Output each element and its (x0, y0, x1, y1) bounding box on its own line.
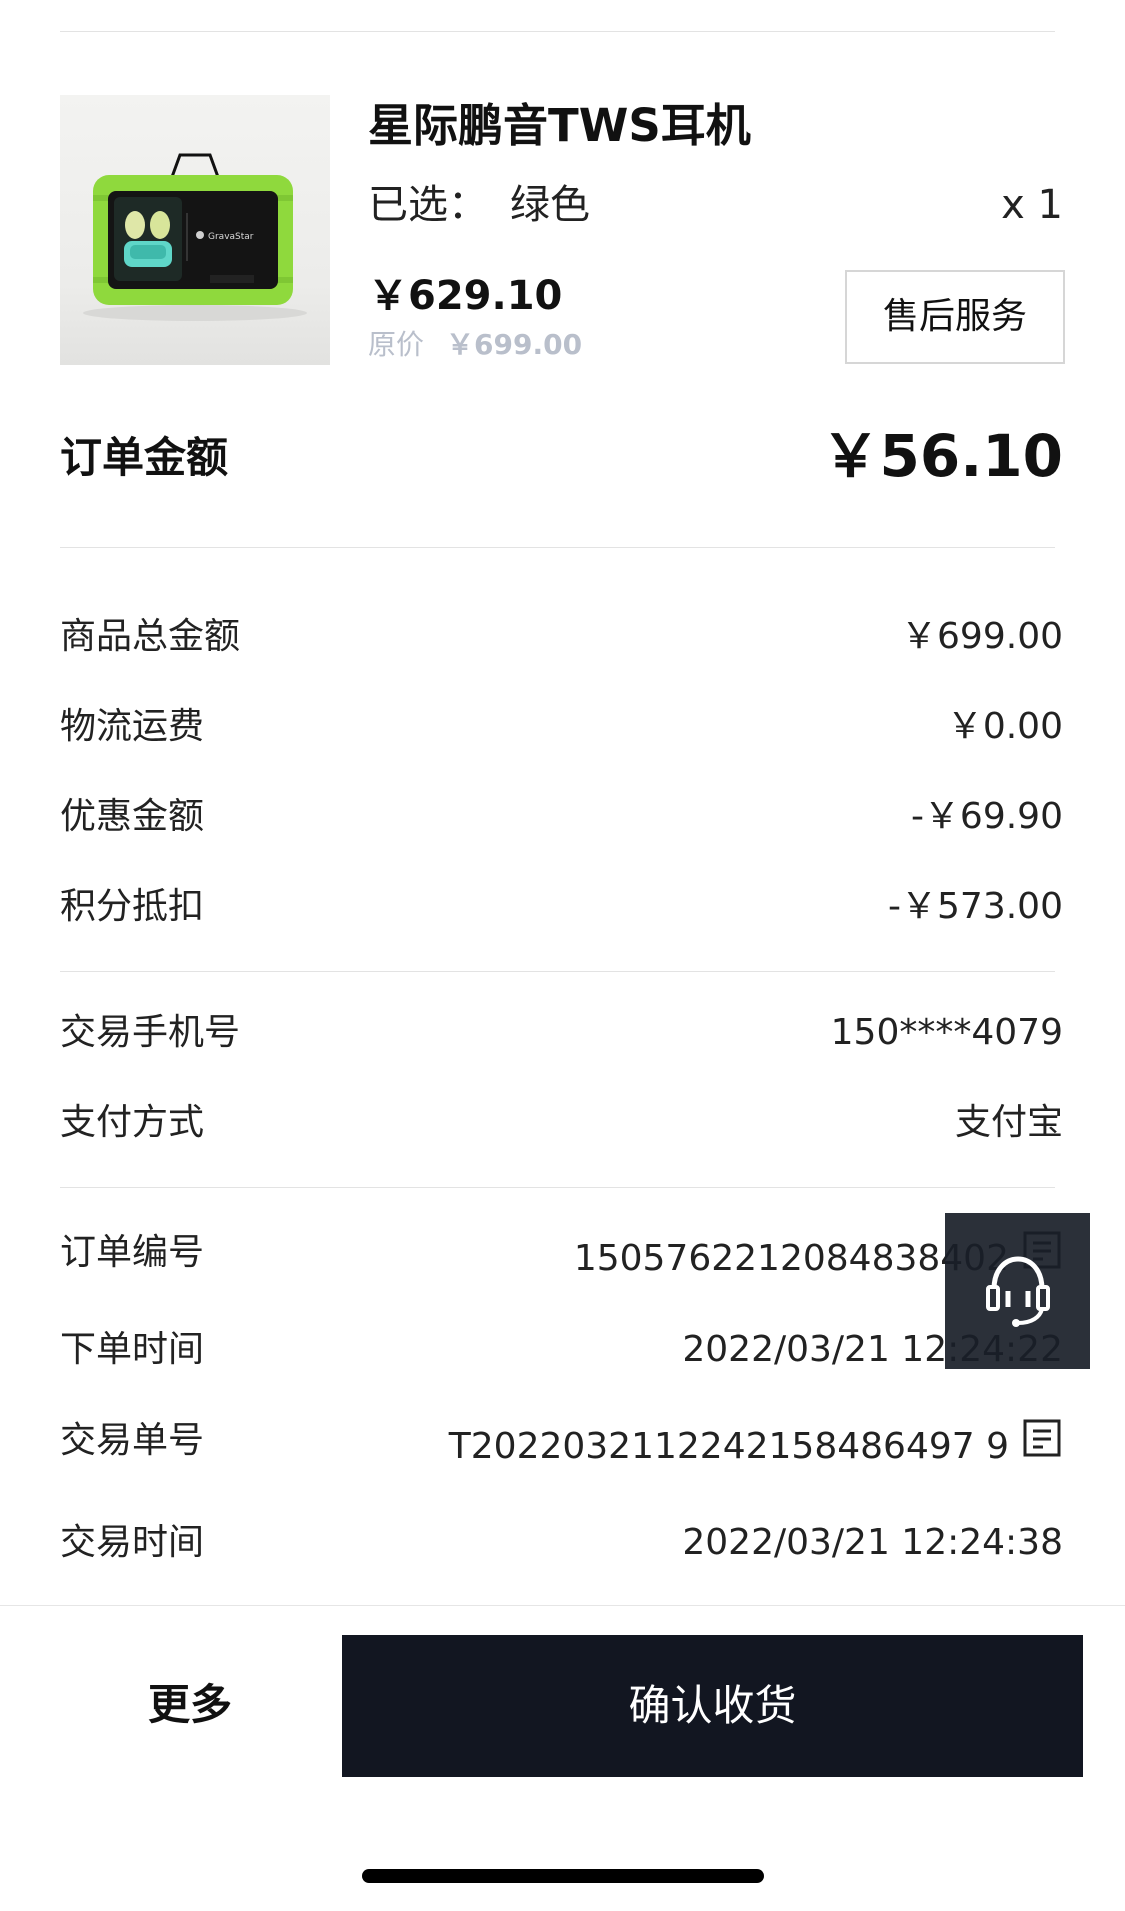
order-number-text: 1505762212084838402 (573, 1238, 1009, 1279)
info-row-order-number: 订单编号 1505762212084838402 (60, 1225, 1063, 1281)
row-value: ￥699.00 (901, 616, 1063, 657)
row-label: 交易单号 (60, 1420, 205, 1461)
variant-label: 已选： (368, 182, 488, 228)
order-amount-value: ￥56.10 (821, 422, 1063, 490)
row-value: T2022032112242158486497 9 (449, 1419, 1061, 1475)
home-indicator (362, 1869, 764, 1883)
variant-value: 绿色 (510, 182, 590, 228)
info-row-payment-method: 支付方式 支付宝 (60, 1095, 1063, 1151)
payment-divider (60, 1187, 1055, 1188)
transaction-number-text: T2022032112242158486497 9 (448, 1426, 1009, 1467)
confirm-receipt-button[interactable]: 确认收货 (342, 1635, 1083, 1777)
info-row-order-time: 下单时间 2022/03/21 12:24:22 (60, 1322, 1063, 1378)
row-value: ￥0.00 (946, 706, 1063, 747)
price-row-subtotal: 商品总金额 ￥699.00 (60, 609, 1063, 665)
row-value: 150****4079 (830, 1012, 1063, 1053)
row-label: 订单编号 (60, 1232, 205, 1273)
row-value: 支付宝 (954, 1102, 1063, 1143)
original-price-value: ￥699.00 (446, 328, 583, 361)
original-price: 原价 ￥699.00 (368, 327, 582, 363)
info-row-transaction-time: 交易时间 2022/03/21 12:24:38 (60, 1515, 1063, 1571)
headset-icon (985, 1256, 1050, 1327)
more-button[interactable]: 更多 (60, 1635, 320, 1775)
product-image[interactable]: GravaStar (60, 95, 330, 365)
order-amount-label: 订单金额 (60, 433, 229, 482)
product-variant: 已选： 绿色 (368, 180, 590, 230)
product-title: 星际鹏音TWS耳机 (368, 99, 751, 152)
row-label: 物流运费 (60, 706, 205, 747)
row-label: 交易手机号 (60, 1012, 241, 1053)
brand-text: GravaStar (208, 232, 254, 242)
earbuds-case-illustration: GravaStar (83, 153, 307, 321)
product-quantity: x 1 (1001, 182, 1063, 228)
price-row-points: 积分抵扣 -￥573.00 (60, 879, 1063, 935)
row-label: 交易时间 (60, 1522, 205, 1563)
price-row-shipping: 物流运费 ￥0.00 (60, 699, 1063, 755)
copy-icon[interactable] (1019, 1417, 1061, 1474)
row-label: 商品总金额 (60, 616, 241, 657)
row-label: 积分抵扣 (60, 886, 205, 927)
price-row-discount: 优惠金额 -￥69.90 (60, 789, 1063, 845)
breakdown-divider (60, 971, 1055, 972)
customer-support-button[interactable] (945, 1213, 1090, 1369)
row-value: -￥573.00 (888, 886, 1063, 927)
row-label: 优惠金额 (60, 796, 205, 837)
row-value: -￥69.90 (910, 796, 1063, 837)
product-price: ￥629.10 (368, 273, 563, 319)
info-row-phone: 交易手机号 150****4079 (60, 1005, 1063, 1061)
row-label: 支付方式 (60, 1102, 205, 1143)
original-price-label: 原价 (368, 328, 425, 361)
amount-divider (60, 547, 1055, 548)
top-divider (60, 31, 1055, 32)
row-label: 下单时间 (60, 1329, 205, 1370)
info-row-transaction-number: 交易单号 T2022032112242158486497 9 (60, 1413, 1063, 1469)
after-sales-button[interactable]: 售后服务 (845, 270, 1065, 364)
row-value: 2022/03/21 12:24:38 (682, 1522, 1063, 1563)
